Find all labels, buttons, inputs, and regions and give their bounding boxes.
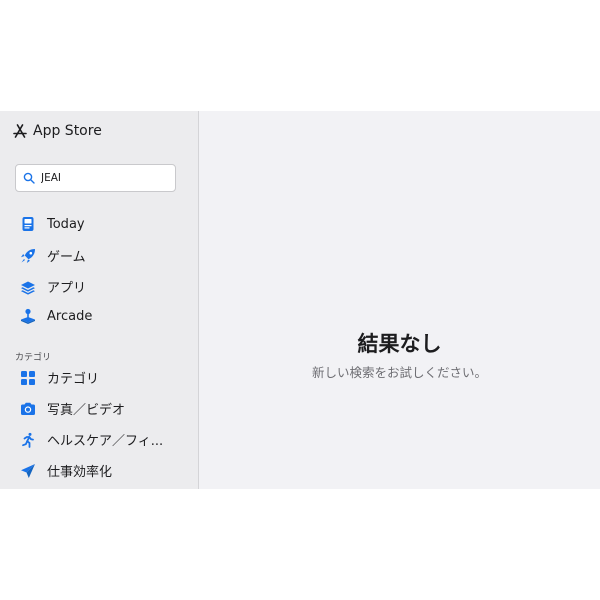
sidebar-item-label: ヘルスケア／フィ... xyxy=(47,434,164,449)
sidebar-item-label: 写真／ビデオ xyxy=(47,403,126,418)
no-results-title: 結果なし xyxy=(357,332,442,356)
stack-icon xyxy=(20,279,36,295)
sidebar-item-label: アプリ xyxy=(47,281,87,296)
search-results-pane: 結果なし 新しい検索をお試しください。 xyxy=(199,111,600,489)
sidebar-item-label: Today xyxy=(47,216,85,232)
runner-icon xyxy=(20,432,36,448)
grid-icon xyxy=(20,370,36,386)
sidebar-item-games[interactable]: ゲーム xyxy=(20,246,86,265)
sidebar: App Store Today xyxy=(0,111,199,489)
categories-section-label: カテゴリ xyxy=(15,353,52,363)
camera-icon xyxy=(20,401,36,417)
sidebar-item-categories[interactable]: カテゴリ xyxy=(20,368,99,387)
joystick-icon xyxy=(20,308,36,324)
app-store-window: App Store Today xyxy=(0,111,600,489)
app-title: App Store xyxy=(12,123,102,139)
sidebar-item-label: カテゴリ xyxy=(47,372,100,387)
sidebar-item-label: 仕事効率化 xyxy=(47,465,113,480)
sidebar-item-apps[interactable]: アプリ xyxy=(20,277,86,296)
sidebar-item-productivity[interactable]: 仕事効率化 xyxy=(20,461,112,480)
sidebar-item-photo-video[interactable]: 写真／ビデオ xyxy=(20,399,125,418)
rocket-icon xyxy=(20,248,36,264)
no-results-message: 新しい検索をお試しください。 xyxy=(311,365,487,380)
search-input[interactable] xyxy=(41,172,161,184)
sidebar-item-today[interactable]: Today xyxy=(20,216,85,232)
paper-plane-icon xyxy=(20,463,36,479)
sidebar-item-arcade[interactable]: Arcade xyxy=(20,308,92,324)
sidebar-item-label: Arcade xyxy=(47,308,93,324)
search-icon xyxy=(23,169,35,188)
app-store-icon xyxy=(12,123,28,139)
app-title-label: App Store xyxy=(33,123,102,139)
sidebar-item-health-fitness[interactable]: ヘルスケア／フィ... xyxy=(20,430,163,449)
sidebar-item-label: ゲーム xyxy=(47,250,86,265)
search-field[interactable] xyxy=(15,164,176,192)
today-icon xyxy=(20,216,36,232)
